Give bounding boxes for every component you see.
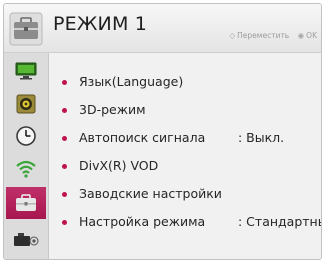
hint-move-label: Переместить [237, 31, 290, 40]
sidebar-item-picture[interactable] [6, 56, 46, 86]
menu-item-mode-setting[interactable]: Настройка режима : Стандартный [62, 213, 321, 233]
wifi-icon [16, 160, 36, 178]
menu-header: РЕЖИМ 1 ◇ Переместить ◉ OK [4, 4, 321, 53]
sidebar-item-support[interactable] [6, 225, 46, 255]
hint-ok-label: OK [306, 31, 317, 40]
sidebar-item-option[interactable] [6, 187, 46, 219]
picture-icon [15, 62, 37, 80]
bullet-icon [62, 108, 67, 113]
sidebar-item-audio[interactable] [6, 89, 46, 119]
menu-item-label: DivX(R) VOD [79, 158, 159, 173]
menu-item-label: Автопоиск сигнала [79, 130, 206, 145]
bullet-icon [62, 192, 67, 197]
menu-item-label: 3D-режим [79, 102, 146, 117]
sidebar-item-time[interactable] [6, 121, 46, 151]
move-arrows-icon: ◇ [229, 31, 236, 40]
menu-item-value: : Выкл. [238, 130, 285, 145]
menu-item-divx-vod[interactable]: DivX(R) VOD [62, 157, 319, 177]
settings-menu-window: РЕЖИМ 1 ◇ Переместить ◉ OK Язык(Language… [3, 3, 322, 260]
menu-item-3d-mode[interactable]: 3D-режим [62, 101, 319, 121]
menu-item-label: Заводские настройки [79, 186, 222, 201]
bullet-icon [62, 164, 67, 169]
ok-button-icon: ◉ [297, 31, 305, 40]
page-title: РЕЖИМ 1 [53, 13, 148, 35]
menu-item-language[interactable]: Язык(Language) [62, 73, 319, 93]
toolbox-icon [16, 194, 36, 211]
menu-item-factory-settings[interactable]: Заводские настройки [62, 185, 319, 205]
option-menu-list: Язык(Language) 3D-режим Автопоиск сигнал… [48, 53, 321, 259]
bullet-icon [62, 136, 67, 141]
clock-icon [16, 126, 36, 146]
sidebar-item-network[interactable] [6, 153, 46, 183]
bullet-icon [62, 220, 67, 225]
speaker-icon [16, 94, 36, 114]
navigation-hint: ◇ Переместить ◉ OK [227, 31, 317, 40]
camera-icon [14, 233, 39, 246]
menu-item-label: Настройка режима [79, 214, 206, 229]
menu-item-label: Язык(Language) [79, 74, 184, 89]
menu-item-value: : Стандартный [238, 214, 321, 229]
bullet-icon [62, 80, 67, 85]
menu-item-auto-signal-search[interactable]: Автопоиск сигнала : Выкл. [62, 129, 319, 149]
category-sidebar [4, 53, 49, 259]
toolbox-icon [9, 12, 43, 46]
